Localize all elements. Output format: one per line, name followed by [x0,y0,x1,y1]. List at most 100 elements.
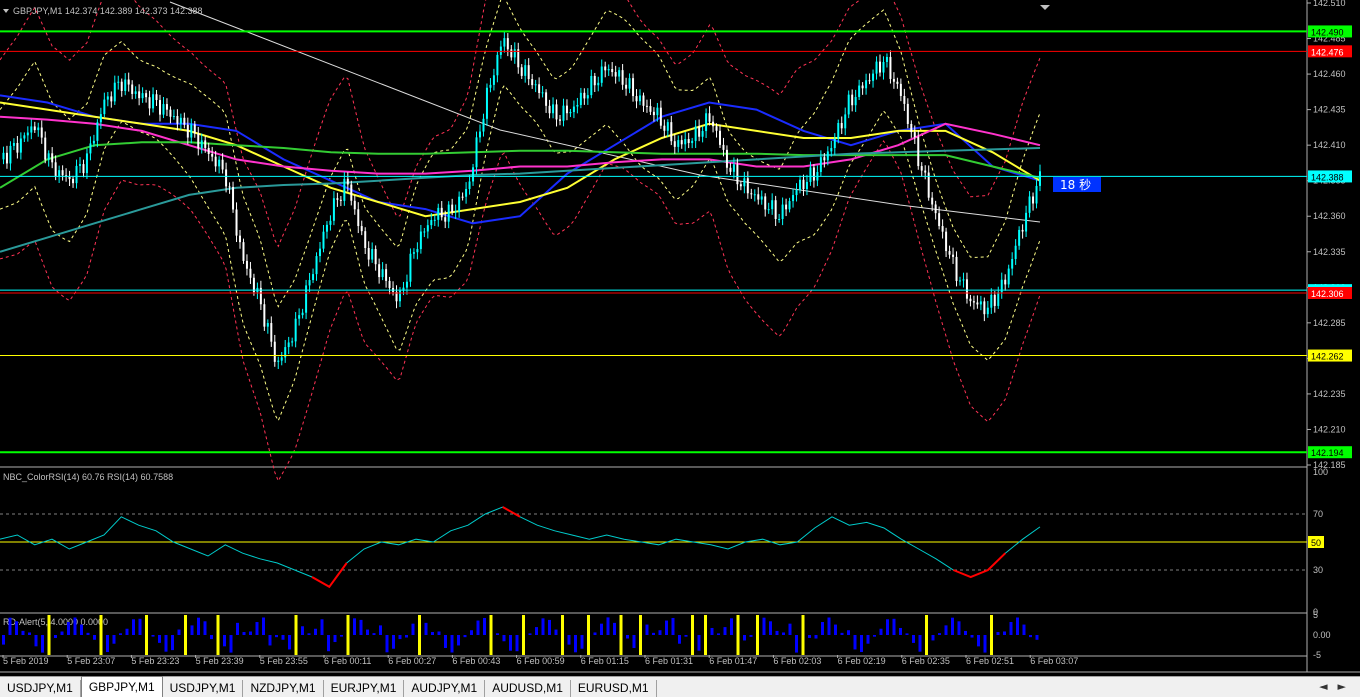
candle-body [305,285,308,313]
candle-body [955,256,958,281]
candle-body [750,193,753,195]
tab-scroll-arrows-icon[interactable]: ◄► [1319,680,1356,693]
candle-body [934,204,937,214]
tab-gbpjpy[interactable]: GBPJPY,M1 [80,676,163,697]
alert-bar [879,628,883,635]
alert-bar [431,632,434,635]
candle-body [826,151,829,161]
candle-body [510,49,513,58]
candle-body [430,220,433,226]
alert-bar [314,628,317,635]
candle-body [858,85,861,97]
tab-eurusd[interactable]: EURUSD,M1 [571,680,657,697]
candle-body [350,184,353,201]
alert-bar [730,618,733,635]
alert-bar [262,617,265,635]
alert-bar-yellow [184,615,187,655]
candle-body [757,194,760,200]
candle-body [204,140,207,148]
tab-usdjpy-2[interactable]: USDJPY,M1 [163,680,244,697]
candle-body [879,61,881,73]
candle-body [607,69,610,71]
moving-average-line [0,147,1041,253]
tab-nzdjpy[interactable]: NZDJPY,M1 [243,680,324,697]
candle-body [917,137,920,167]
alert-bar [164,635,168,652]
candle-body [378,264,381,278]
candle-body [266,323,269,327]
candle-body [423,231,426,233]
tab-eurjpy[interactable]: EURJPY,M1 [324,680,405,697]
alert-bar [229,635,233,653]
candle-body [705,113,708,132]
candle-body [485,87,488,119]
candle-body [823,157,826,161]
candle-body [736,164,739,185]
candle-body [771,200,774,210]
alert-bar-yellow [639,615,642,655]
candle-body [764,196,767,210]
candle-body [16,142,19,153]
alert-bar [392,635,395,649]
alert-bar [684,635,688,637]
tab-audjpy[interactable]: AUDJPY,M1 [404,680,486,697]
candle-body [468,181,471,189]
rsi-hot-segment [502,506,521,518]
candle-body [433,219,436,221]
candle-body [235,209,238,236]
alert-bar [60,631,64,635]
alert-bar [112,635,116,644]
alert-bar [788,623,792,635]
alert-bar-yellow [346,615,350,655]
candle-body [225,169,228,187]
tab-audusd[interactable]: AUDUSD,M1 [485,680,571,697]
time-tick-label: 6 Feb 00:59 [517,656,565,666]
candle-body [552,104,555,114]
candle-body [795,190,798,196]
alert-bar-yellow [99,615,103,655]
candle-body [649,106,652,112]
candle-body [851,94,854,106]
price-tick-label: 142.235 [1313,389,1346,399]
alert-bar [808,635,811,638]
alert-bar-yellow [619,615,623,655]
alert-bar-yellow [925,615,928,655]
alert-bar [255,622,259,635]
candle-body [743,178,746,187]
candle-body [190,124,193,138]
candle-body [670,122,673,142]
shift-marker-icon [1040,5,1050,10]
alert-bar [977,635,980,647]
alert-bar [197,617,200,635]
alert-bar [301,626,304,635]
price-tick-label: 142.510 [1313,0,1346,8]
candle-body [1018,229,1021,246]
candle-body [360,226,363,232]
candle-body [712,121,715,127]
alert-bar [873,635,876,637]
candle-body [809,167,812,182]
alert-bar [353,618,356,635]
candle-body [941,226,944,232]
candle-body [124,79,127,91]
alert-bar [743,635,746,641]
price-level-label: 142.388 [1311,172,1344,182]
tab-usdjpy-1[interactable]: USDJPY,M1 [0,680,81,697]
candle-body [642,95,645,106]
time-tick-label: 6 Feb 03:07 [1030,656,1078,666]
alert-bar [327,635,330,652]
alert-bar [509,635,512,651]
candle-body [513,49,516,58]
candle-body [684,139,687,145]
alert-bar [437,631,441,635]
candle-body [767,209,770,211]
alert-bar [177,629,181,635]
alert-bar [1035,635,1039,640]
candle-body [635,96,638,102]
candle-body [931,197,934,205]
candle-body [652,111,655,116]
chart-area[interactable]: 142.510142.485142.460142.435142.410142.3… [0,0,1360,697]
candle-body [778,218,781,220]
alert-bar-yellow [704,615,707,655]
alert-bar [158,635,161,643]
